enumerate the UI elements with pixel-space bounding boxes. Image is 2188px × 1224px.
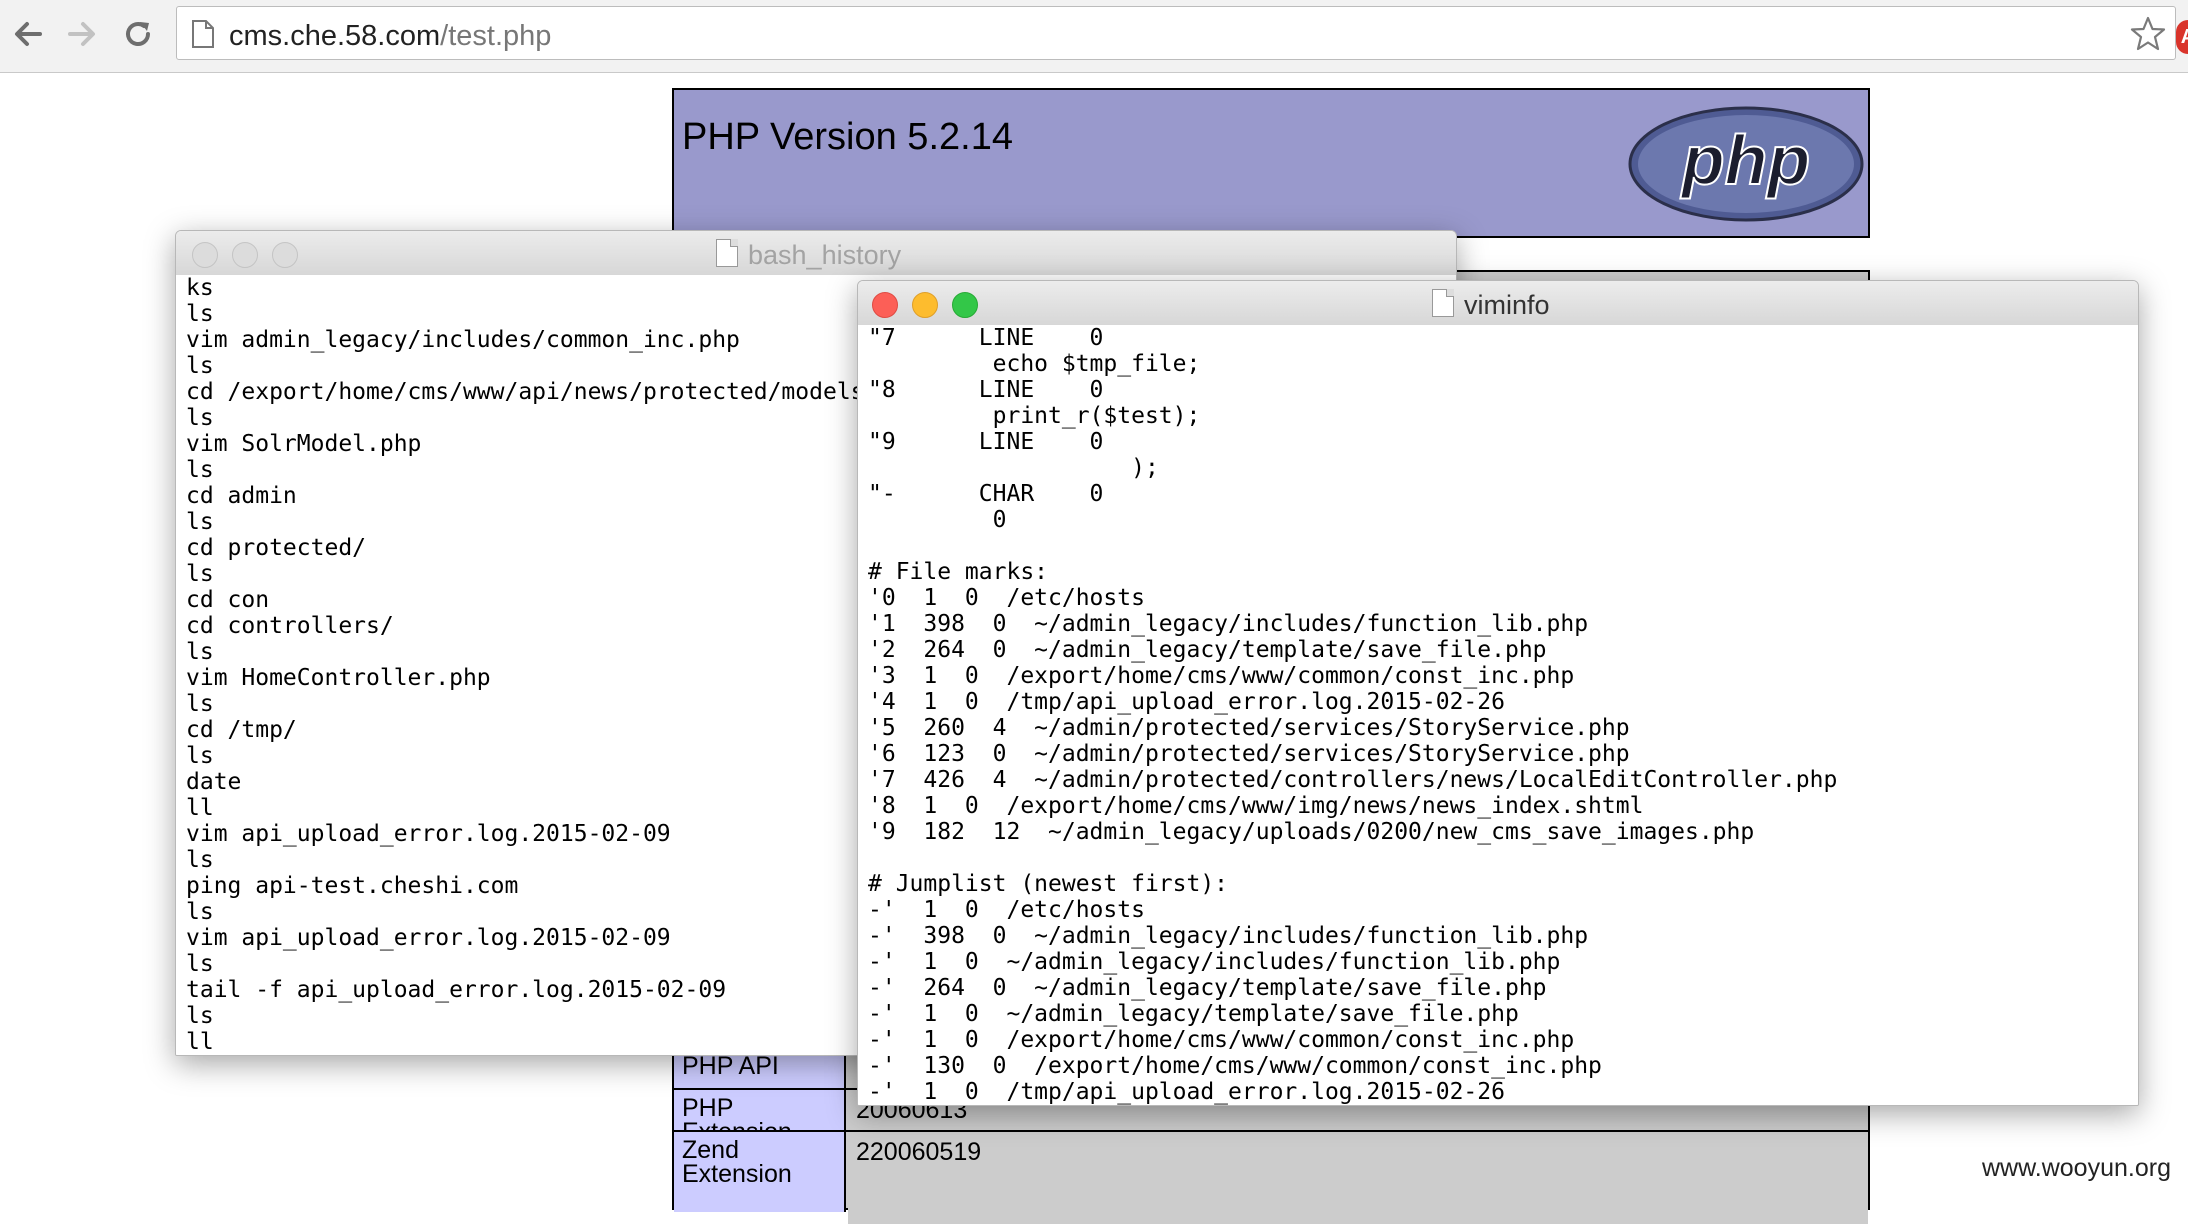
close-button[interactable] <box>872 292 898 318</box>
window-title: viminfo <box>1432 289 1550 321</box>
php-header: PHP Version 5.2.14 php <box>672 88 1870 238</box>
url-host: cms.che.58.com <box>229 20 441 52</box>
terminal-line: 0 <box>868 507 1007 533</box>
terminal-line: '1 398 0 ~/admin_legacy/includes/functio… <box>868 611 1589 637</box>
terminal-line: "8 LINE 0 <box>868 377 1104 403</box>
terminal-line: '8 1 0 /export/home/cms/www/img/news/new… <box>868 793 1644 819</box>
back-button[interactable] <box>8 14 48 54</box>
terminal-line: '9 182 12 ~/admin_legacy/uploads/0200/ne… <box>868 819 1755 845</box>
viminfo-text[interactable]: "7 LINE 0 echo $tmp_file; "8 LINE 0 print… <box>858 325 2138 1105</box>
terminal-line: '3 1 0 /export/home/cms/www/common/const… <box>868 663 1575 689</box>
watermark: www.wooyun.org <box>1982 1154 2171 1182</box>
terminal-line: # File marks: <box>868 559 1049 585</box>
row-key: Zend Extension <box>674 1132 846 1212</box>
terminal-line: -' 1 0 /export/home/cms/www/common/const… <box>868 1027 1575 1053</box>
terminal-line: echo $tmp_file; <box>868 351 1201 377</box>
close-button[interactable] <box>192 242 218 268</box>
reload-icon <box>126 22 150 46</box>
terminal-line: -' 1 0 ~/admin_legacy/template/save_file… <box>868 1001 1519 1027</box>
terminal-line: -' 264 0 ~/admin_legacy/template/save_fi… <box>868 975 1547 1001</box>
row-key: PHP Extension <box>674 1090 846 1145</box>
zoom-button[interactable] <box>272 242 298 268</box>
back-arrow-icon <box>15 22 42 46</box>
forward-button[interactable] <box>62 14 102 54</box>
terminal-line: '4 1 0 /tmp/api_upload_error.log.2015-02… <box>868 689 1505 715</box>
url-path: /test.php <box>440 20 552 52</box>
terminal-line: # Jumplist (newest first): <box>868 871 1229 897</box>
terminal-line: '6 123 0 ~/admin/protected/services/Stor… <box>868 741 1630 767</box>
row-value: 220060519 <box>848 1132 1868 1224</box>
window-titlebar[interactable]: bash_history <box>176 231 1456 276</box>
terminal-line: '2 264 0 ~/admin_legacy/template/save_fi… <box>868 637 1547 663</box>
php-version-title: PHP Version 5.2.14 <box>682 116 1013 158</box>
terminal-line: "7 LINE 0 <box>868 325 1104 351</box>
document-icon <box>1432 289 1454 317</box>
terminal-line: '5 260 4 ~/admin/protected/services/Stor… <box>868 715 1630 741</box>
terminal-line: '7 426 4 ~/admin/protected/controllers/n… <box>868 767 1838 793</box>
document-icon <box>716 239 738 267</box>
forward-arrow-icon <box>68 22 95 46</box>
window-titlebar[interactable]: viminfo <box>858 281 2138 326</box>
window-title: bash_history <box>716 239 901 271</box>
minimize-button[interactable] <box>912 292 938 318</box>
browser-toolbar: cms.che.58.com/test.php A <box>0 0 2188 73</box>
terminal-line: ); <box>868 455 1159 481</box>
table-row: Zend Extension 220060519 <box>674 1132 1868 1224</box>
terminal-line: -' 1 0 /tmp/api_upload_error.log.2015-02… <box>868 1079 1505 1105</box>
terminal-line: -' 130 0 /export/home/cms/www/common/con… <box>868 1053 1602 1079</box>
terminal-line: -' 398 0 ~/admin_legacy/includes/functio… <box>868 923 1589 949</box>
php-logo-text: php <box>1680 121 1810 199</box>
extension-icon[interactable]: A <box>2176 20 2188 54</box>
terminal-line: -' 1 0 ~/admin_legacy/includes/function_… <box>868 949 1561 975</box>
page-icon <box>192 20 214 48</box>
window-title-text: bash_history <box>748 240 902 270</box>
php-logo: php <box>1628 106 1864 222</box>
window-title-text: viminfo <box>1464 290 1550 320</box>
viminfo-window[interactable]: viminfo "7 LINE 0 echo $tmp_file; "8 LINE… <box>857 280 2139 1106</box>
terminal-line: "9 LINE 0 <box>868 429 1104 455</box>
minimize-button[interactable] <box>232 242 258 268</box>
star-icon[interactable] <box>2129 15 2167 53</box>
address-bar[interactable]: cms.che.58.com/test.php <box>176 6 2176 60</box>
terminal-line: "- CHAR 0 <box>868 481 1104 507</box>
terminal-line: -' 1 0 /etc/hosts <box>868 897 1145 923</box>
reload-button[interactable] <box>118 14 158 54</box>
zoom-button[interactable] <box>952 292 978 318</box>
terminal-line: '0 1 0 /etc/hosts <box>868 585 1145 611</box>
terminal-line: print_r($test); <box>868 403 1201 429</box>
url-text: cms.che.58.com/test.php <box>229 20 551 53</box>
